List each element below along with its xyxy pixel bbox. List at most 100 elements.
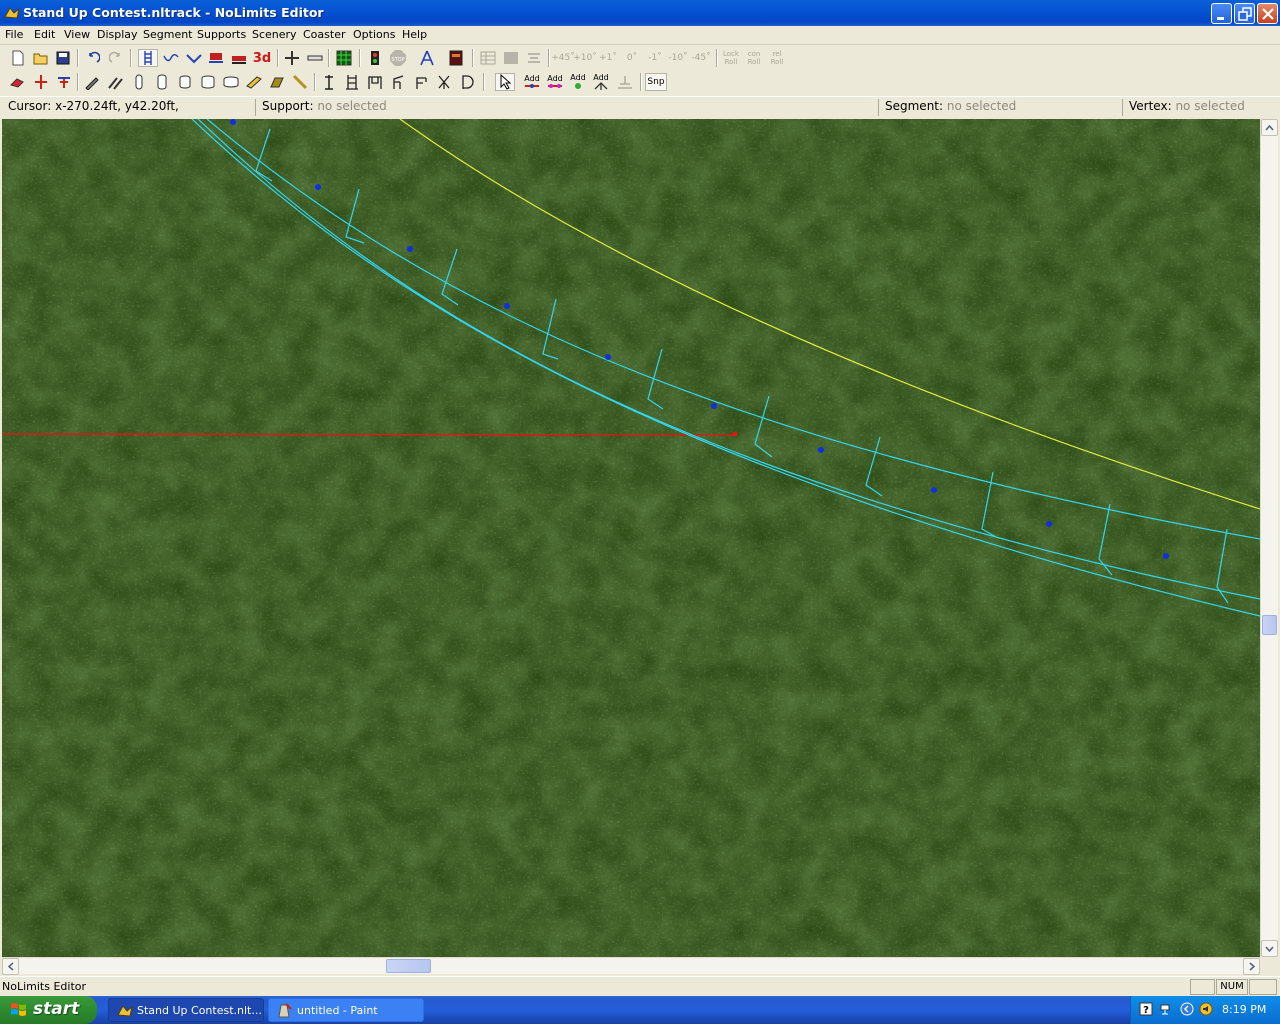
add-free-node-button[interactable]: Add bbox=[522, 73, 542, 91]
node-point[interactable] bbox=[605, 354, 611, 360]
menu-edit[interactable]: Edit bbox=[34, 28, 55, 41]
node-point[interactable] bbox=[230, 119, 236, 125]
rel-roll-button[interactable]: rel Roll bbox=[766, 49, 788, 67]
menu-display[interactable]: Display bbox=[97, 28, 138, 41]
roll-plus1-button[interactable]: +1˚ bbox=[598, 49, 618, 67]
support-type-d-icon[interactable] bbox=[388, 73, 408, 91]
vertex-value: no selected bbox=[1175, 99, 1245, 113]
menu-supports[interactable]: Supports bbox=[197, 28, 246, 41]
eraser-icon[interactable] bbox=[7, 73, 27, 91]
snap-toggle-button[interactable]: Snp bbox=[645, 73, 667, 91]
menu-segment[interactable]: Segment bbox=[143, 28, 193, 41]
support-type-f-icon[interactable] bbox=[434, 73, 454, 91]
cylinder-wide-icon[interactable] bbox=[221, 73, 241, 91]
task-paint[interactable]: untitled - Paint bbox=[268, 998, 424, 1022]
start-button[interactable]: start bbox=[0, 996, 97, 1024]
menu-help[interactable]: Help bbox=[402, 28, 427, 41]
vertical-scroll-thumb[interactable] bbox=[1262, 615, 1277, 635]
cylinder-medium-icon[interactable] bbox=[175, 73, 195, 91]
node-point[interactable] bbox=[1163, 553, 1169, 559]
spline-icon[interactable] bbox=[161, 49, 181, 67]
horizontal-scrollbar[interactable] bbox=[2, 957, 1260, 975]
menu-file[interactable]: File bbox=[5, 28, 23, 41]
remove-vertex-icon[interactable] bbox=[305, 49, 325, 67]
table-icon[interactable] bbox=[478, 49, 498, 67]
support-type-e-icon[interactable] bbox=[411, 73, 431, 91]
title-bar[interactable]: Stand Up Contest.nltrack - NoLimits Edit… bbox=[0, 0, 1280, 26]
volume-tray-icon[interactable] bbox=[1199, 1002, 1213, 1016]
add-ground-node-button[interactable]: Add bbox=[568, 73, 588, 91]
open-folder-icon[interactable] bbox=[31, 49, 51, 67]
network-tray-icon[interactable] bbox=[1158, 1002, 1172, 1016]
maximize-button[interactable] bbox=[1234, 3, 1255, 24]
redo-icon[interactable] bbox=[106, 49, 126, 67]
node-point[interactable] bbox=[931, 487, 937, 493]
con-roll-button[interactable]: con Roll bbox=[743, 49, 765, 67]
menu-scenery[interactable]: Scenery bbox=[252, 28, 297, 41]
roll-minus10-button[interactable]: -10˚ bbox=[668, 49, 688, 67]
cylinder-small-icon[interactable] bbox=[152, 73, 172, 91]
task-nolimits[interactable]: Stand Up Contest.nlt... bbox=[108, 998, 264, 1022]
scroll-left-button[interactable] bbox=[2, 958, 19, 975]
station-icon[interactable] bbox=[229, 49, 249, 67]
horizontal-scroll-thumb[interactable] bbox=[386, 959, 431, 973]
minimize-button[interactable] bbox=[1211, 3, 1232, 24]
node-point[interactable] bbox=[711, 403, 717, 409]
roll-plus10-button[interactable]: +10˚ bbox=[573, 49, 597, 67]
support-type-c-icon[interactable] bbox=[365, 73, 385, 91]
add-beam-node-button[interactable]: Add bbox=[545, 73, 565, 91]
track-canvas[interactable] bbox=[2, 119, 1260, 957]
beam-icon[interactable] bbox=[244, 73, 264, 91]
support-type-g-icon[interactable] bbox=[457, 73, 477, 91]
rod-icon[interactable] bbox=[290, 73, 310, 91]
undo-icon[interactable] bbox=[83, 49, 103, 67]
foundation-icon[interactable] bbox=[615, 73, 635, 91]
track-view-icon[interactable] bbox=[138, 49, 158, 67]
node-point[interactable] bbox=[407, 246, 413, 252]
support-tool-icon[interactable] bbox=[417, 49, 437, 67]
cylinder-large-icon[interactable] bbox=[198, 73, 218, 91]
new-file-icon[interactable] bbox=[8, 49, 28, 67]
pillar-icon[interactable] bbox=[129, 73, 149, 91]
scenery-object-icon[interactable] bbox=[446, 49, 466, 67]
support-type-b-icon[interactable] bbox=[342, 73, 362, 91]
align-icon[interactable] bbox=[524, 49, 544, 67]
split-segment-icon[interactable] bbox=[31, 73, 51, 91]
menu-coaster[interactable]: Coaster bbox=[303, 28, 346, 41]
help-tray-icon[interactable]: ? bbox=[1139, 1002, 1153, 1016]
train-icon[interactable] bbox=[206, 49, 226, 67]
footer-icon[interactable] bbox=[267, 73, 287, 91]
roll-plus45-button[interactable]: +45˚ bbox=[551, 49, 575, 67]
dip-icon[interactable] bbox=[184, 49, 204, 67]
scroll-up-button[interactable] bbox=[1261, 119, 1278, 136]
support-type-a-icon[interactable] bbox=[319, 73, 339, 91]
roll-zero-button[interactable]: 0˚ bbox=[622, 49, 642, 67]
fill-icon[interactable] bbox=[501, 49, 521, 67]
pencil-icon[interactable] bbox=[82, 73, 102, 91]
lock-roll-button[interactable]: Lock Roll bbox=[720, 49, 742, 67]
node-point[interactable] bbox=[315, 184, 321, 190]
scroll-right-button[interactable] bbox=[1243, 958, 1260, 975]
menu-view[interactable]: View bbox=[64, 28, 90, 41]
menu-options[interactable]: Options bbox=[353, 28, 395, 41]
roll-minus1-button[interactable]: -1˚ bbox=[645, 49, 665, 67]
tray-expand-icon[interactable] bbox=[1180, 1002, 1194, 1016]
add-vertex-icon[interactable] bbox=[282, 49, 302, 67]
node-point[interactable] bbox=[1046, 521, 1052, 527]
grid-toggle-icon[interactable] bbox=[334, 49, 354, 67]
node-point[interactable] bbox=[504, 303, 510, 309]
dual-pencil-icon[interactable] bbox=[105, 73, 125, 91]
scroll-down-button[interactable] bbox=[1261, 940, 1278, 957]
select-pointer-icon[interactable] bbox=[495, 73, 515, 91]
editor-viewport[interactable] bbox=[2, 119, 1260, 957]
node-point[interactable] bbox=[818, 447, 824, 453]
roll-minus45-button[interactable]: -45˚ bbox=[691, 49, 711, 67]
close-button[interactable] bbox=[1257, 3, 1278, 24]
three-d-view-button[interactable]: 3d bbox=[252, 49, 272, 67]
stop-icon[interactable]: STOP bbox=[388, 49, 408, 67]
save-icon[interactable] bbox=[53, 49, 73, 67]
traffic-light-icon[interactable] bbox=[365, 49, 385, 67]
vertical-scrollbar[interactable] bbox=[1260, 119, 1278, 957]
join-segment-icon[interactable] bbox=[54, 73, 74, 91]
add-connector-button[interactable]: Add bbox=[591, 73, 611, 91]
